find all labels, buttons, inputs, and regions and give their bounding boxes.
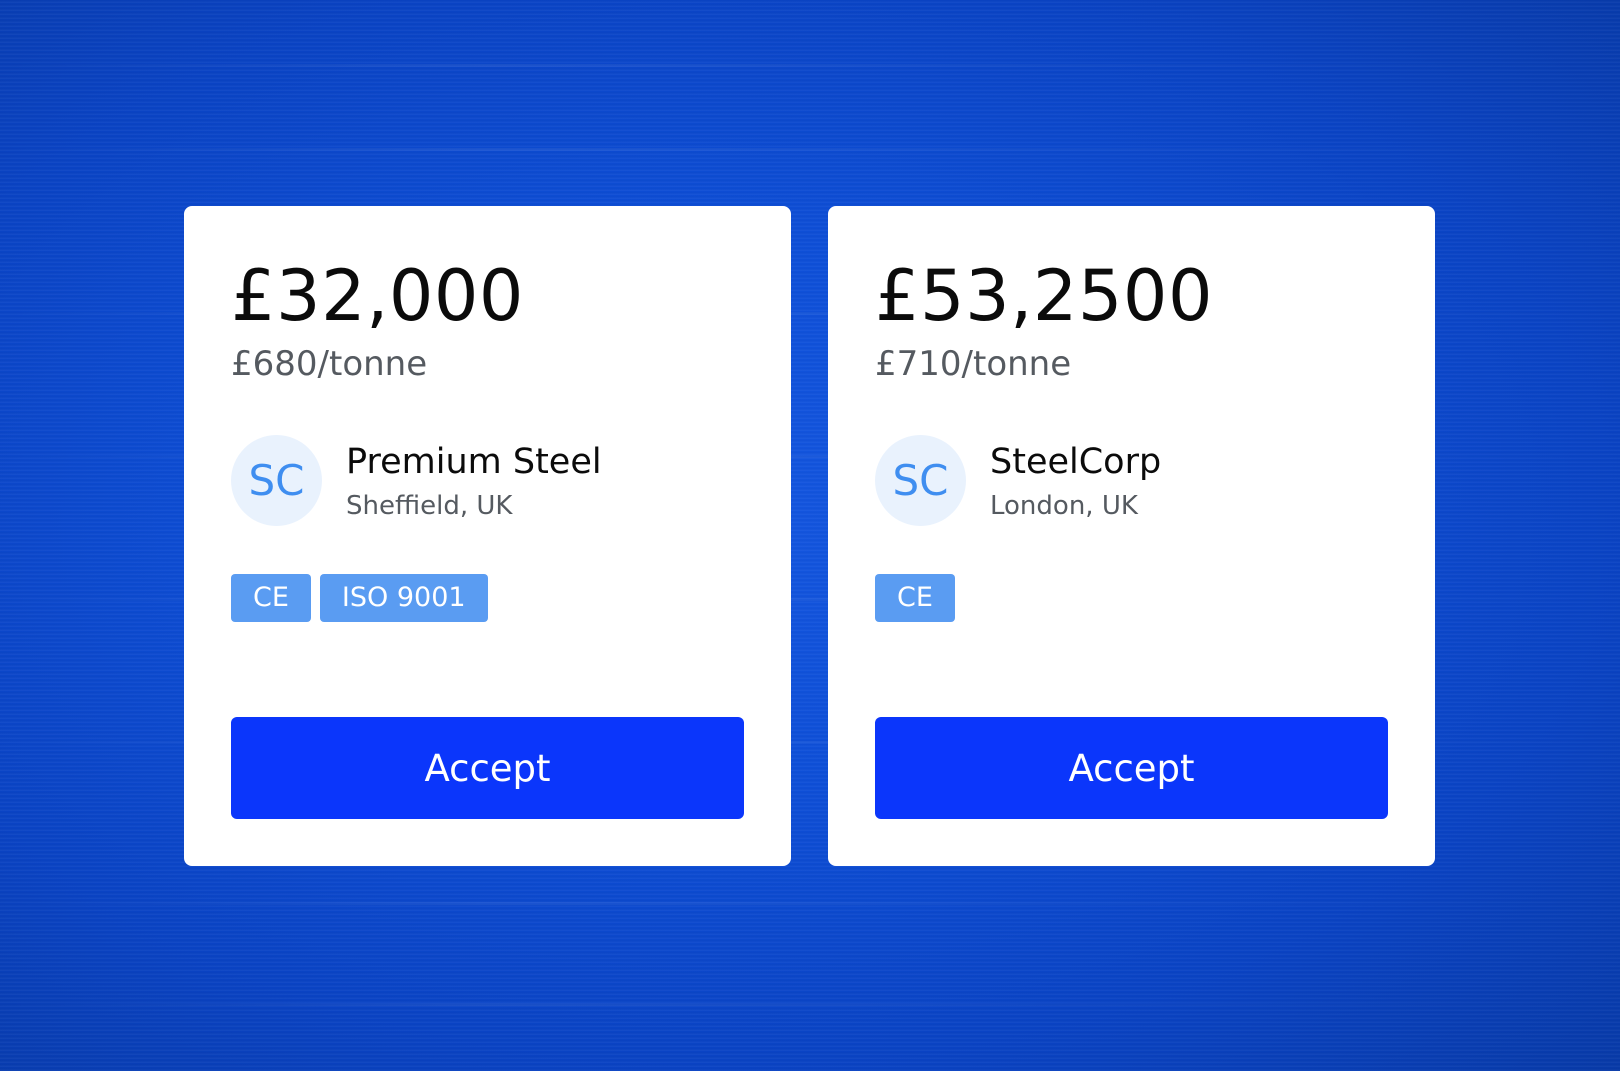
supplier-location: Sheffield, UK — [346, 491, 513, 521]
offer-total-price: £53,2500 — [875, 255, 1214, 337]
supplier-location: London, UK — [990, 491, 1138, 521]
certification-badges: CE — [875, 574, 955, 622]
supplier-name: SteelCorp — [990, 442, 1162, 482]
accept-button[interactable]: Accept — [875, 717, 1388, 819]
accept-button[interactable]: Accept — [231, 717, 744, 819]
supplier-avatar: SC — [875, 435, 966, 526]
offer-unit-price: £710/tonne — [875, 344, 1072, 384]
offer-unit-price: £680/tonne — [231, 344, 428, 384]
certification-badges: CE ISO 9001 — [231, 574, 488, 622]
badge-ce: CE — [231, 574, 311, 622]
badge-iso-9001: ISO 9001 — [319, 574, 488, 622]
supplier-avatar: SC — [231, 435, 322, 526]
offer-card-premium-steel: £32,000 £680/tonne SC Premium Steel Shef… — [184, 206, 791, 866]
badge-ce: CE — [875, 574, 955, 622]
offer-total-price: £32,000 — [231, 255, 524, 337]
offer-card-steelcorp: £53,2500 £710/tonne SC SteelCorp London,… — [828, 206, 1435, 866]
supplier-name: Premium Steel — [346, 442, 602, 482]
